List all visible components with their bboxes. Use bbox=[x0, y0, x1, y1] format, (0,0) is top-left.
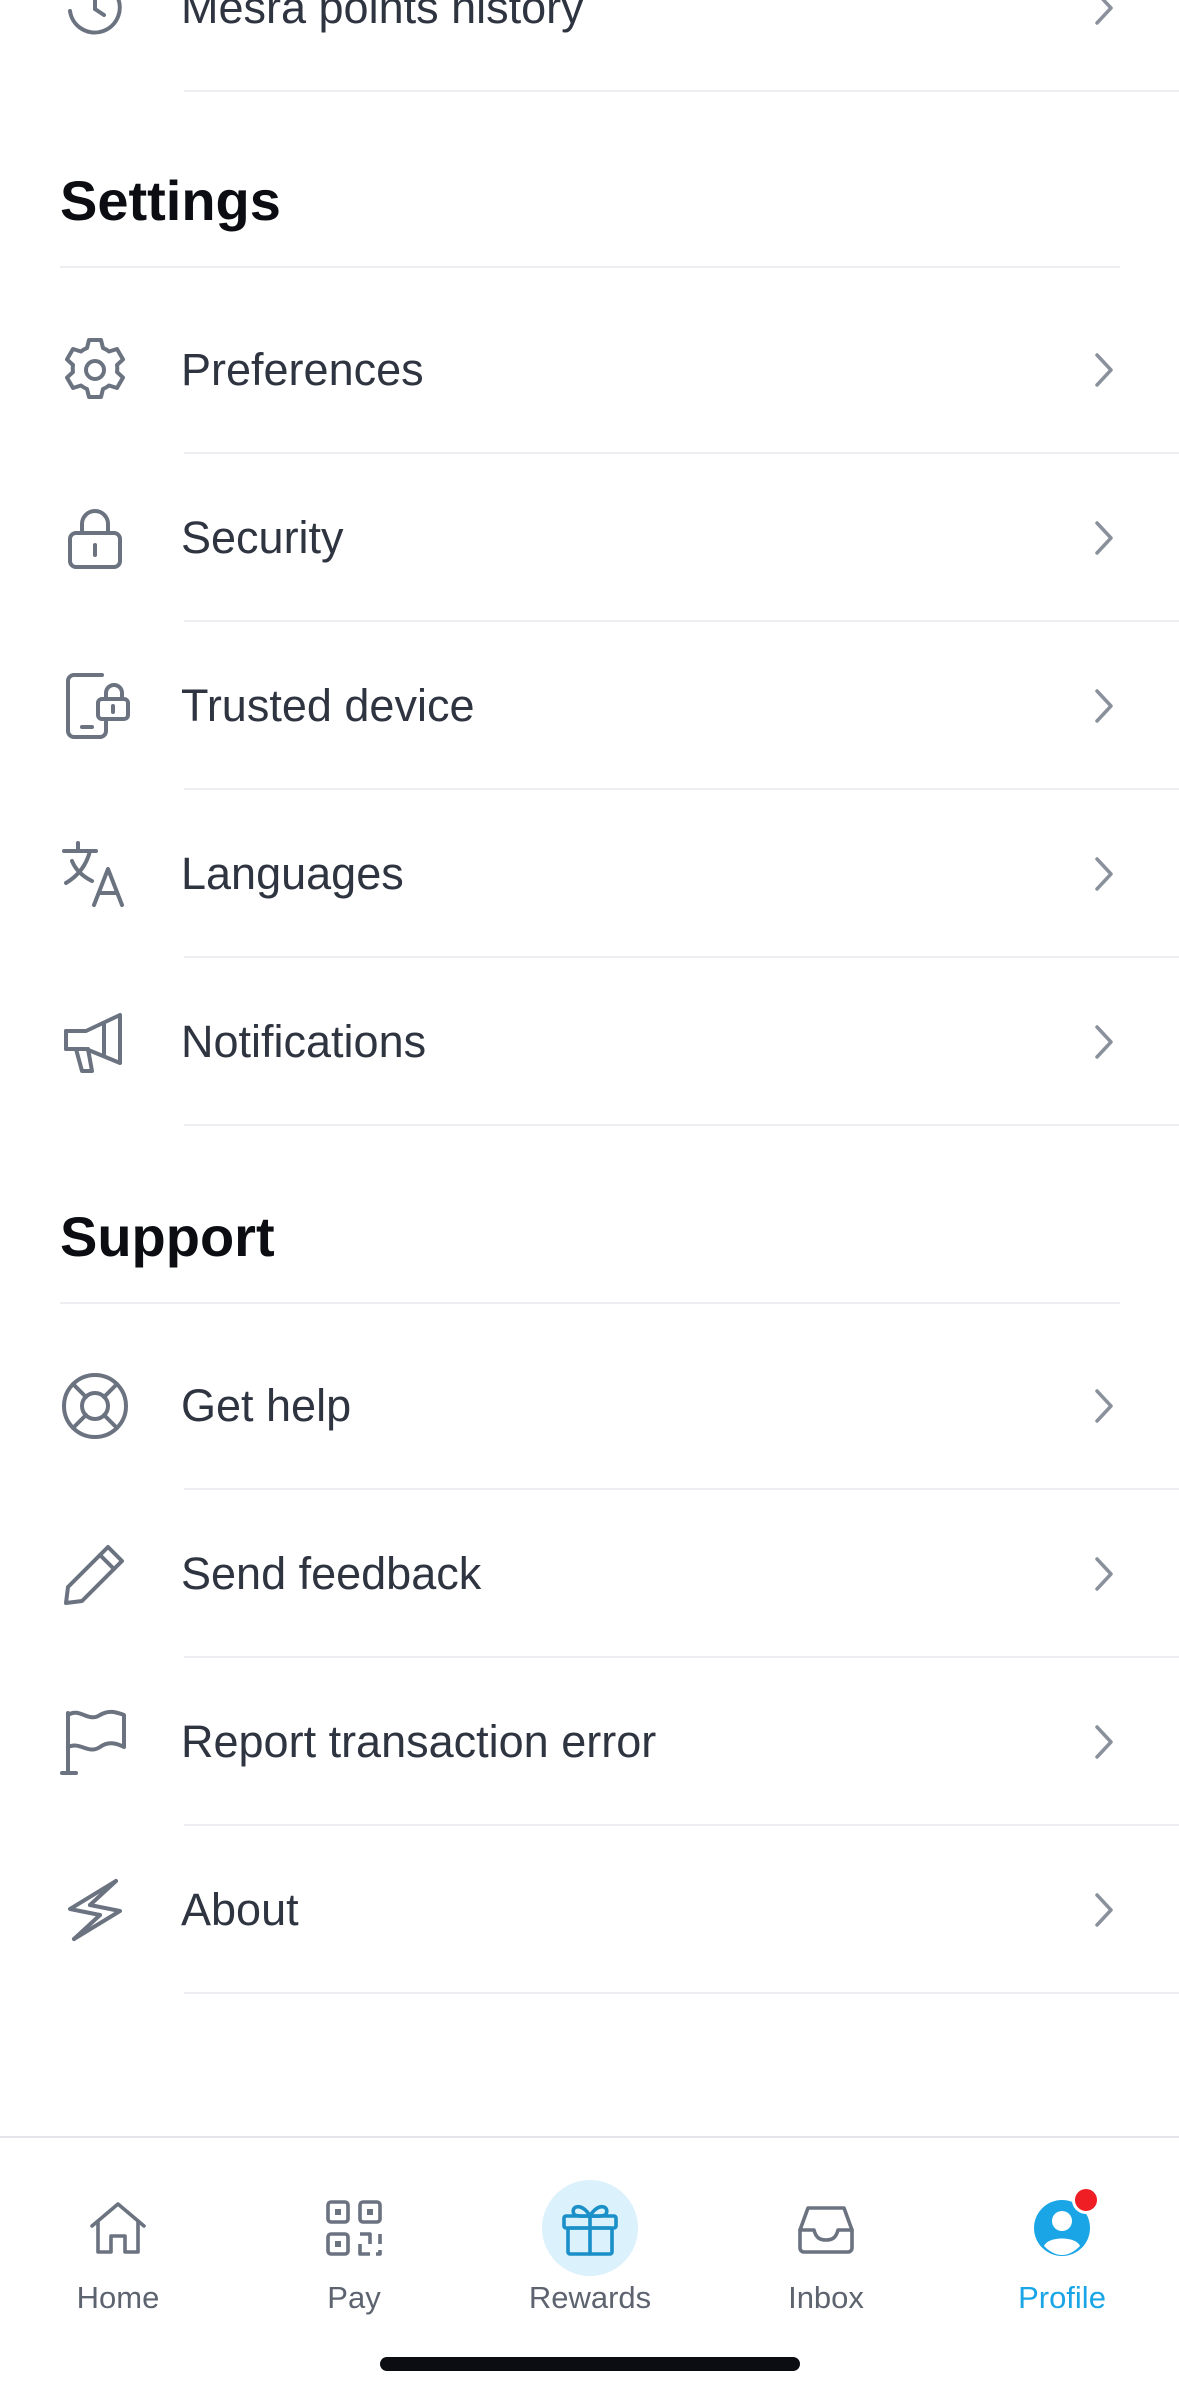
nav-item-profile[interactable]: Profile bbox=[962, 2168, 1162, 2315]
megaphone-icon bbox=[60, 1007, 130, 1077]
menu-item-label: Languages bbox=[181, 848, 404, 899]
menu-item-label: Security bbox=[181, 512, 344, 563]
chevron-right-icon bbox=[1090, 518, 1118, 558]
menu-item-mesra-points-history[interactable]: Mesra points history bbox=[0, 0, 1179, 92]
about-logo-icon bbox=[60, 1875, 130, 1945]
row-divider bbox=[184, 1124, 1179, 1126]
section-title-support: Support bbox=[60, 1205, 275, 1268]
menu-item-label: Send feedback bbox=[181, 1548, 482, 1599]
menu-item-security[interactable]: Security bbox=[0, 454, 1179, 622]
home-indicator bbox=[380, 2357, 800, 2371]
menu-item-label: Preferences bbox=[181, 344, 424, 395]
row-divider bbox=[184, 1992, 1179, 1994]
nav-label: Rewards bbox=[528, 2280, 652, 2315]
qr-code-icon bbox=[306, 2180, 402, 2276]
chevron-right-icon bbox=[1090, 1554, 1118, 1594]
lifebuoy-icon bbox=[60, 1371, 130, 1441]
notification-badge bbox=[1072, 2186, 1100, 2214]
row-divider bbox=[184, 90, 1179, 92]
chevron-right-icon bbox=[1090, 854, 1118, 894]
menu-item-label: Get help bbox=[181, 1380, 352, 1431]
menu-item-trusted-device[interactable]: Trusted device bbox=[0, 622, 1179, 790]
chevron-right-icon bbox=[1090, 686, 1118, 726]
nav-label: Pay bbox=[327, 2280, 381, 2315]
nav-label: Profile bbox=[1018, 2280, 1106, 2315]
profile-icon bbox=[1014, 2180, 1110, 2276]
menu-item-send-feedback[interactable]: Send feedback bbox=[0, 1490, 1179, 1658]
inbox-icon bbox=[778, 2180, 874, 2276]
menu-item-about[interactable]: About bbox=[0, 1826, 1179, 1994]
lock-icon bbox=[60, 503, 130, 573]
menu-item-preferences[interactable]: Preferences bbox=[0, 286, 1179, 454]
chevron-right-icon bbox=[1090, 350, 1118, 390]
section-divider bbox=[60, 266, 1120, 268]
home-icon bbox=[70, 2180, 166, 2276]
gear-icon bbox=[60, 335, 130, 405]
menu-item-label: Report transaction error bbox=[181, 1716, 657, 1767]
menu-item-label: Trusted device bbox=[181, 680, 475, 731]
nav-label: Inbox bbox=[788, 2280, 864, 2315]
menu-item-get-help[interactable]: Get help bbox=[0, 1322, 1179, 1490]
menu-item-label: Mesra points history bbox=[181, 0, 584, 33]
section-title-settings: Settings bbox=[60, 169, 281, 232]
flag-icon bbox=[60, 1707, 130, 1777]
menu-item-report-transaction-error[interactable]: Report transaction error bbox=[0, 1658, 1179, 1826]
chevron-right-icon bbox=[1090, 1722, 1118, 1762]
menu-item-notifications[interactable]: Notifications bbox=[0, 958, 1179, 1126]
nav-item-rewards[interactable]: Rewards bbox=[490, 2168, 690, 2315]
nav-item-home[interactable]: Home bbox=[18, 2168, 218, 2315]
menu-item-label: Notifications bbox=[181, 1016, 427, 1067]
nav-item-inbox[interactable]: Inbox bbox=[726, 2168, 926, 2315]
section-divider bbox=[60, 1302, 1120, 1304]
history-icon bbox=[60, 0, 130, 43]
trusted-device-icon bbox=[60, 671, 130, 741]
nav-label: Home bbox=[76, 2280, 160, 2315]
gift-icon bbox=[542, 2180, 638, 2276]
profile-screen: Mesra points history Settings Preference… bbox=[0, 0, 1179, 2396]
nav-item-pay[interactable]: Pay bbox=[254, 2168, 454, 2315]
translate-icon bbox=[60, 839, 130, 909]
chevron-right-icon bbox=[1090, 1386, 1118, 1426]
chevron-right-icon bbox=[1090, 1890, 1118, 1930]
menu-item-label: About bbox=[181, 1884, 299, 1935]
menu-item-languages[interactable]: Languages bbox=[0, 790, 1179, 958]
chevron-right-icon bbox=[1090, 1022, 1118, 1062]
chevron-right-icon bbox=[1090, 0, 1118, 28]
pencil-icon bbox=[60, 1539, 130, 1609]
